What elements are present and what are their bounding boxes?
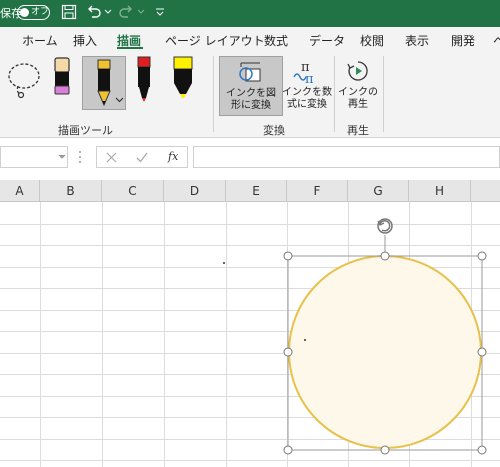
- column-header-e[interactable]: E: [226, 180, 287, 202]
- column-header-g[interactable]: G: [348, 180, 409, 202]
- ink-to-shape-label: インクを図形に変換: [226, 88, 276, 111]
- insert-function-button[interactable]: fx: [168, 150, 178, 163]
- highlighter-icon[interactable]: [170, 56, 196, 100]
- resize-handle[interactable]: [477, 251, 487, 261]
- formula-bar-grip-icon: [79, 151, 81, 163]
- pencil-icon: [97, 59, 111, 107]
- ink-dot: [223, 262, 225, 264]
- ink-to-math-button[interactable]: π π インクを数式に変換: [282, 56, 332, 116]
- column-header-i[interactable]: [471, 180, 500, 202]
- circle-shape[interactable]: [288, 255, 482, 449]
- ink-dot: [304, 339, 306, 341]
- ink-to-shape-icon: [239, 62, 261, 82]
- ribbon: 描画ツール インクを図形に変換 π π インクを数式に変換 変換 インクの再生 …: [0, 52, 500, 138]
- save-icon[interactable]: [61, 4, 77, 20]
- ink-replay-button[interactable]: インクの再生: [338, 56, 378, 116]
- resize-handle[interactable]: [477, 445, 487, 455]
- undo-dropdown-icon[interactable]: [104, 9, 112, 15]
- resize-handle[interactable]: [283, 445, 293, 455]
- column-header-b[interactable]: B: [40, 180, 102, 202]
- column-header-h[interactable]: H: [409, 180, 471, 202]
- formula-input[interactable]: [193, 146, 500, 168]
- tab-home[interactable]: ホーム: [22, 32, 58, 49]
- group-label-replay: 再生: [347, 124, 369, 137]
- rotate-handle-icon[interactable]: [377, 218, 393, 234]
- gridline: [102, 202, 103, 467]
- lasso-select-icon[interactable]: [4, 60, 44, 100]
- eraser-icon[interactable]: [50, 56, 74, 100]
- customize-qat-icon[interactable]: [155, 8, 165, 17]
- undo-icon[interactable]: [86, 4, 102, 20]
- tab-formulas[interactable]: 数式: [264, 32, 288, 49]
- ink-to-math-icon: π π: [293, 60, 314, 85]
- tab-view[interactable]: 表示: [405, 32, 429, 49]
- ink-replay-icon: [347, 61, 368, 81]
- group-separator: [383, 56, 384, 132]
- svg-text:π: π: [305, 72, 314, 85]
- formula-buttons: fx: [96, 146, 188, 168]
- column-header-c[interactable]: C: [102, 180, 164, 202]
- toggle-knob: [20, 8, 29, 17]
- ink-to-math-label: インクを数式に変換: [282, 87, 332, 110]
- red-pen-icon[interactable]: [133, 56, 155, 104]
- formula-bar-area: fx: [0, 138, 500, 177]
- column-header-a[interactable]: A: [0, 180, 40, 202]
- gridline: [164, 202, 165, 467]
- group-label-draw-tools: 描画ツール: [58, 124, 113, 137]
- active-tab-indicator: [117, 47, 143, 49]
- tab-developer[interactable]: 開発: [451, 32, 475, 49]
- autosave-state: オフ: [31, 7, 50, 17]
- pen-selected-frame[interactable]: [82, 56, 126, 110]
- redo-icon[interactable]: [118, 4, 134, 20]
- gridline: [226, 202, 227, 467]
- worksheet-grid[interactable]: A B C D E F G H: [0, 177, 500, 467]
- ribbon-tabs: ホーム 挿入 描画 ページ レイアウト 数式 データ 校閲 表示 開発 ヘ: [0, 27, 500, 52]
- column-header-d[interactable]: D: [164, 180, 226, 202]
- ink-replay-label: インクの再生: [338, 87, 378, 110]
- tab-page-layout[interactable]: ページ レイアウト: [165, 32, 265, 49]
- enter-check-icon[interactable]: [136, 152, 148, 163]
- group-separator: [213, 56, 214, 132]
- resize-handle[interactable]: [477, 347, 487, 357]
- selected-circle-shape[interactable]: [275, 215, 493, 467]
- tab-review[interactable]: 校閲: [360, 32, 384, 49]
- name-box-dropdown-icon[interactable]: [58, 154, 66, 160]
- redo-dropdown-icon[interactable]: [137, 9, 145, 15]
- title-bar: 保存 オフ: [0, 0, 500, 27]
- resize-handle[interactable]: [283, 347, 293, 357]
- ink-to-shape-button[interactable]: インクを図形に変換: [219, 56, 283, 116]
- cancel-icon[interactable]: [106, 152, 117, 163]
- group-separator: [334, 56, 335, 132]
- autosave-toggle[interactable]: オフ: [17, 5, 50, 20]
- gridline: [40, 202, 41, 467]
- resize-handle[interactable]: [380, 445, 390, 455]
- resize-handle[interactable]: [283, 251, 293, 261]
- column-header-f[interactable]: F: [287, 180, 348, 202]
- pen-options-chevron-icon[interactable]: [115, 97, 124, 103]
- tab-insert[interactable]: 挿入: [73, 32, 97, 49]
- tab-data[interactable]: データ: [309, 32, 345, 49]
- name-box[interactable]: [0, 146, 68, 168]
- resize-handle[interactable]: [380, 251, 390, 261]
- group-label-convert: 変換: [263, 124, 285, 137]
- tab-help[interactable]: ヘ: [493, 32, 500, 49]
